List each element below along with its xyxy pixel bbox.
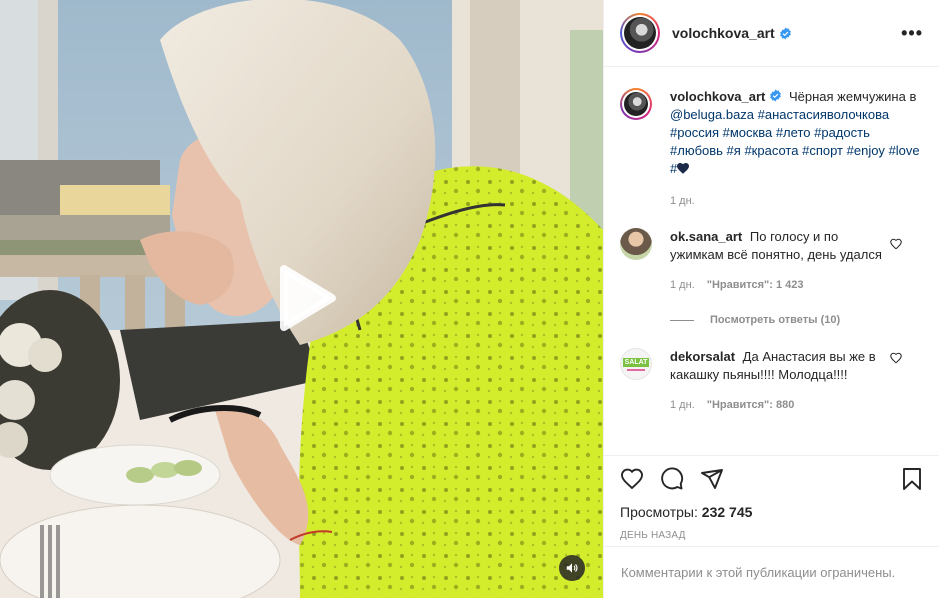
verified-badge-icon [770,89,782,102]
comment-likes[interactable]: "Нравится": 880 [707,396,795,414]
caption-time[interactable]: 1 дн. [670,192,695,210]
view-count[interactable]: Просмотры: 232 745 [620,504,924,520]
comment-likes[interactable]: "Нравится": 1 423 [707,276,804,294]
caption-body: Чёрная жемчужина в [789,89,917,104]
author-username[interactable]: volochkova_art [672,25,775,41]
hashtag[interactable]: #я [727,143,741,158]
post-side-panel: volochkova_art ••• volochkova_art Чёрная… [603,0,939,598]
comments-restricted-notice: Комментарии к этой публикации ограничены… [604,546,939,598]
action-bar [620,456,924,502]
comment-username[interactable]: dekorsalat [670,349,735,364]
hashtag[interactable]: #спорт [802,143,843,158]
share-icon[interactable] [700,467,724,491]
video-player[interactable] [0,0,603,598]
view-replies-label: Посмотреть ответы (10) [710,314,841,326]
comment: ok.sana_art По голосу и по ужимкам всё п… [620,228,924,294]
hashtag[interactable]: #москва [723,125,773,140]
comment-body: dekorsalat Да Анастасия вы же в какашку … [670,348,890,414]
hashtag[interactable]: #любовь [670,143,723,158]
hashtag[interactable]: #лето [776,125,811,140]
post-timestamp[interactable]: День назад [620,530,924,541]
comment-body: ok.sana_art По голосу и по ужимкам всё п… [670,228,890,294]
play-icon[interactable] [270,263,340,333]
comment-time[interactable]: 1 дн. [670,276,695,294]
comment-like-heart-icon[interactable] [890,352,902,364]
replies-divider [670,319,694,321]
instagram-post: volochkova_art ••• volochkova_art Чёрная… [0,0,939,598]
sound-icon [566,563,578,573]
comment-icon[interactable] [660,467,684,491]
comments-section: volochkova_art Чёрная жемчужина в @belug… [604,68,939,454]
post-actions-section: Просмотры: 232 745 День назад [604,455,939,541]
hashtag[interactable]: #love [889,143,920,158]
comment-like-heart-icon[interactable] [890,238,902,250]
comment: SALAT dekorsalat Да Анастасия вы же в ка… [620,348,924,414]
bookmark-icon[interactable] [900,467,924,491]
comment-meta: 1 дн. "Нравится": 1 423 [670,276,890,294]
commenter-avatar[interactable]: SALAT [620,348,652,380]
caption-mention[interactable]: @beluga.baza [670,107,754,122]
caption-text: volochkova_art Чёрная жемчужина в @belug… [670,88,920,210]
comment-username[interactable]: ok.sana_art [670,229,742,244]
avatar-logo-text: SALAT [622,357,650,367]
comment-meta: 1 дн. "Нравится": 880 [670,396,890,414]
commenter-avatar[interactable] [620,228,652,260]
post-header: volochkova_art ••• [604,0,939,67]
hashtag[interactable]: #анастасияволочкова [758,107,889,122]
verified-badge-icon [779,27,791,39]
hashtag[interactable]: # [670,161,677,176]
author-avatar[interactable] [620,13,660,53]
hashtag[interactable]: #enjoy [847,143,885,158]
hashtag[interactable]: #россия [670,125,719,140]
heart-icon[interactable] [620,467,644,491]
caption-avatar[interactable] [620,88,652,120]
comment-time[interactable]: 1 дн. [670,396,695,414]
sound-toggle-button[interactable] [559,555,585,581]
black-heart-icon [677,163,690,174]
caption: volochkova_art Чёрная жемчужина в @belug… [620,88,924,210]
more-options-button[interactable]: ••• [901,23,923,44]
views-value: 232 745 [701,504,753,520]
caption-username[interactable]: volochkova_art [670,89,765,104]
hashtag[interactable]: #красота [744,143,798,158]
hashtag[interactable]: #радость [814,125,870,140]
views-label: Просмотры: [620,504,698,520]
caption-meta: 1 дн. [670,192,920,210]
view-replies-button[interactable]: Посмотреть ответы (10) [670,314,924,326]
